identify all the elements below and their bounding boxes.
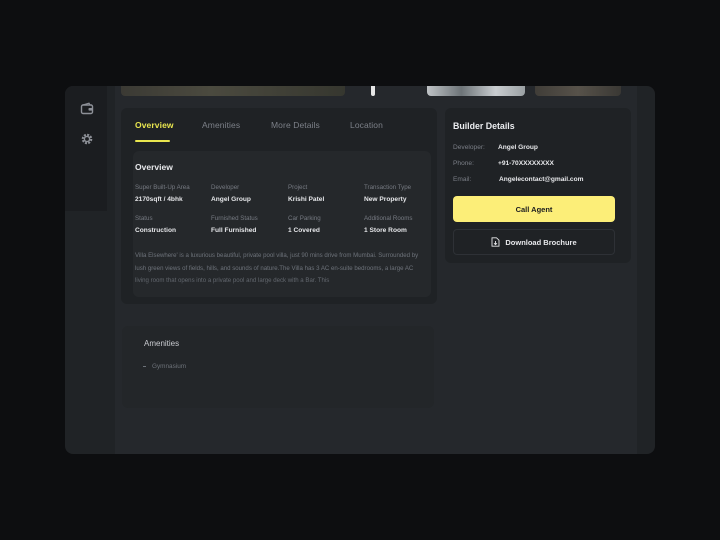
gear-icon[interactable] [80,132,94,146]
field-label: Furnished Status [211,215,258,222]
builder-title: Builder Details [453,121,515,131]
bullet-icon [143,366,146,367]
field-value: Full Furnished [211,227,257,234]
download-brochure-label: Download Brochure [505,237,577,247]
amenities-section: Amenities Gymnasium [122,326,434,408]
amenities-title: Amenities [144,339,180,348]
phone-value: +91-70XXXXXXXX [498,160,554,167]
amenity-item: Gymnasium [152,363,187,370]
property-photo[interactable] [427,86,525,96]
builder-details-card: Builder Details Developer: Angel Group P… [445,108,631,263]
property-photo[interactable] [535,86,621,96]
description-fade [133,277,431,297]
tab-overview[interactable]: Overview [135,120,174,130]
tab-more-details[interactable]: More Details [271,120,320,130]
field-label: Additional Rooms [364,215,413,222]
field-value: 1 Covered [288,227,320,234]
tab-location[interactable]: Location [350,120,383,130]
call-agent-button[interactable]: Call Agent [453,196,615,222]
field-label: Super Built-Up Area [135,184,190,191]
property-photo[interactable] [121,86,345,96]
field-value: Angel Group [211,196,251,203]
field-value: 1 Store Room [364,227,407,234]
developer-value: Angel Group [498,144,538,151]
developer-label: Developer: [453,144,485,151]
email-label: Email: [453,176,472,183]
field-label: Car Parking [288,215,321,222]
field-value: Construction [135,227,177,234]
property-photo-strip[interactable] [121,86,621,96]
field-label: Status [135,215,153,222]
download-brochure-button[interactable]: Download Brochure [453,229,615,255]
wallet-icon[interactable] [80,102,94,116]
download-document-icon [491,237,500,247]
photo-divider [371,86,375,96]
field-value: 2170sqft / 4bhk [135,196,183,203]
overview-title: Overview [135,162,173,172]
call-agent-label: Call Agent [515,204,553,214]
field-value: Krishi Patel [288,196,325,203]
field-label: Transaction Type [364,184,412,191]
app-window: Overview Amenities More Details Location… [65,86,655,454]
overview-section: Overview Super Built-Up Area 2170sqft / … [133,151,431,297]
active-tab-indicator [135,140,170,142]
field-label: Developer [211,184,240,191]
sidebar [65,86,107,211]
field-label: Project [288,184,308,191]
email-value: Angelecontact@gmail.com [499,176,584,183]
field-value: New Property [364,196,407,203]
details-tabs: Overview Amenities More Details Location [135,120,425,148]
tab-amenities[interactable]: Amenities [202,120,240,130]
phone-label: Phone: [453,160,474,167]
